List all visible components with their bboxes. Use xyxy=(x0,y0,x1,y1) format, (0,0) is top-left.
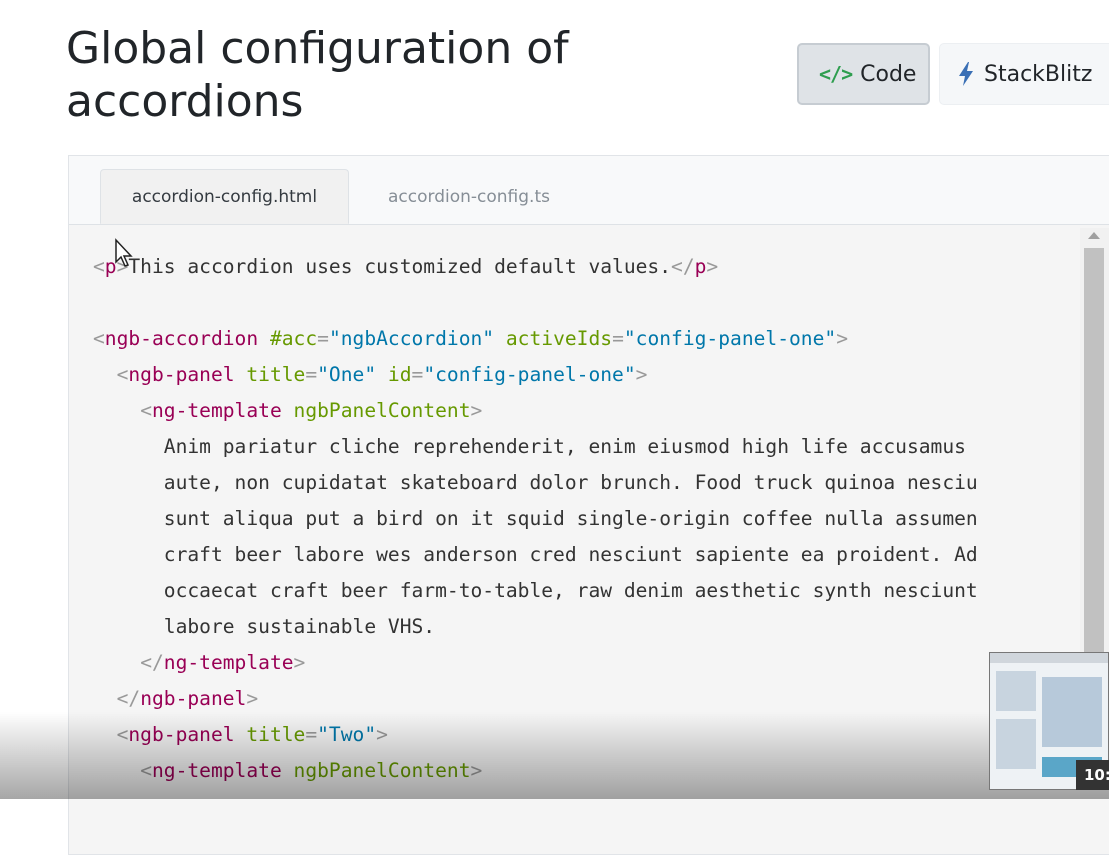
scroll-up-arrow-icon[interactable] xyxy=(1088,232,1100,239)
code-icon: </> xyxy=(819,62,853,86)
code-token-tag: ngb-panel xyxy=(140,687,247,710)
code-token-text: labore sustainable VHS. xyxy=(93,615,436,638)
code-line: sunt aliqua put a bird on it squid singl… xyxy=(93,501,978,537)
code-button[interactable]: </> Code xyxy=(797,43,930,105)
code-token-punc: = xyxy=(317,327,329,350)
code-token-punc: > xyxy=(246,687,259,710)
tab-accordion-config-ts[interactable]: accordion-config.ts xyxy=(364,169,574,224)
code-token-attr: title xyxy=(246,363,306,386)
code-token-punc: < xyxy=(116,363,129,386)
code-line: <ngb-accordion #acc="ngbAccordion" activ… xyxy=(93,321,978,357)
code-token-punc: < xyxy=(93,255,105,278)
code-line: Anim pariatur cliche reprehenderit, enim… xyxy=(93,429,978,465)
code-line: <ngb-panel title="One" id="config-panel-… xyxy=(93,357,978,393)
code-line: labore sustainable VHS. xyxy=(93,609,978,645)
code-token-str: "Two" xyxy=(317,723,377,746)
code-token-attr: title xyxy=(246,723,306,746)
code-token-text: sunt aliqua put a bird on it squid singl… xyxy=(93,507,978,530)
code-token-text: Anim pariatur cliche reprehenderit, enim… xyxy=(93,435,966,458)
tab-label: accordion-config.ts xyxy=(388,186,550,207)
stackblitz-button[interactable]: StackBlitz xyxy=(939,43,1109,105)
code-token-punc: > xyxy=(470,759,483,782)
code-token-punc: < xyxy=(93,327,105,350)
code-token-punc: = xyxy=(411,363,424,386)
code-token-punc: </ xyxy=(116,687,141,710)
code-token-punc: > xyxy=(293,651,306,674)
code-token-punc: = xyxy=(305,723,318,746)
code-token-punc: < xyxy=(116,723,129,746)
code-token-punc: < xyxy=(140,399,152,422)
code-token-tag: p xyxy=(694,255,707,278)
code-line: <ng-template ngbPanelContent> xyxy=(93,393,978,429)
code-token-punc: = xyxy=(305,363,318,386)
code-token-punc: </ xyxy=(140,651,164,674)
bolt-icon xyxy=(959,62,973,86)
code-token-tag: ng-template xyxy=(163,651,294,674)
code-panel: accordion-config.html accordion-config.t… xyxy=(68,155,1109,855)
code-token-punc: < xyxy=(140,759,152,782)
code-token-punc: > xyxy=(635,363,648,386)
code-token-punc: = xyxy=(612,327,624,350)
code-token-attr: #acc xyxy=(269,327,318,350)
code-token-str: "One" xyxy=(317,363,377,386)
code-token-text: craft beer labore wes anderson cred nesc… xyxy=(93,543,978,566)
code-block[interactable]: <p>This accordion uses customized defaul… xyxy=(93,249,978,789)
code-token-str: "config-panel-one" xyxy=(623,327,837,350)
thumbnail-block xyxy=(1042,677,1102,747)
file-tabs: accordion-config.html accordion-config.t… xyxy=(69,156,1109,225)
code-line: craft beer labore wes anderson cred nesc… xyxy=(93,537,978,573)
code-line: < p> This accordion uses customized defaul… xyxy=(93,249,978,285)
mouse-cursor-icon xyxy=(115,238,133,267)
code-button-label: Code xyxy=(860,61,917,87)
code-token-punc: > xyxy=(470,399,483,422)
code-token-tag: ngb-panel xyxy=(128,723,235,746)
code-line: </ng-template> xyxy=(93,645,978,681)
code-token-tag: ng-template xyxy=(151,399,282,422)
code-token-tag: ngb-accordion xyxy=(104,327,259,350)
thumbnail-block xyxy=(996,671,1036,711)
code-token-punc: > xyxy=(376,723,388,746)
code-token-attr: activeIds xyxy=(505,327,613,350)
code-line: <ngb-panel title="Two"> xyxy=(93,717,978,753)
code-token-text: This accordion uses customized default v… xyxy=(128,255,672,278)
code-token-str: "config-panel-one" xyxy=(423,363,636,386)
stackblitz-button-label: StackBlitz xyxy=(984,61,1093,87)
code-token-punc: </ xyxy=(671,255,695,278)
code-line: </ngb-panel> xyxy=(93,681,978,717)
code-token-attr: ngbPanelContent xyxy=(293,399,471,422)
code-token-tag: ng-template xyxy=(151,759,282,782)
code-token-punc: > xyxy=(836,327,848,350)
video-timestamp: 10: xyxy=(1076,760,1109,790)
page-title: Global configuration of accordions xyxy=(66,23,569,127)
code-token-tag: ngb-panel xyxy=(128,363,235,386)
code-token-punc: > xyxy=(706,255,719,278)
code-token-text: aute, non cupidatat skateboard dolor bru… xyxy=(93,471,978,494)
code-token-str: "ngbAccordion" xyxy=(328,327,495,350)
code-token-attr: id xyxy=(387,363,412,386)
code-line: aute, non cupidatat skateboard dolor bru… xyxy=(93,465,978,501)
code-line: <ng-template ngbPanelContent> xyxy=(93,753,978,789)
code-token-text: occaecat craft beer farm-to-table, raw d… xyxy=(93,579,978,602)
thumbnail-block xyxy=(996,719,1036,769)
code-line: occaecat craft beer farm-to-table, raw d… xyxy=(93,573,978,609)
tab-accordion-config-html[interactable]: accordion-config.html xyxy=(100,169,349,224)
code-token-attr: ngbPanelContent xyxy=(293,759,471,782)
tab-label: accordion-config.html xyxy=(131,186,318,207)
thumbnail-header xyxy=(990,653,1108,663)
scrollbar-thumb[interactable] xyxy=(1084,248,1104,668)
